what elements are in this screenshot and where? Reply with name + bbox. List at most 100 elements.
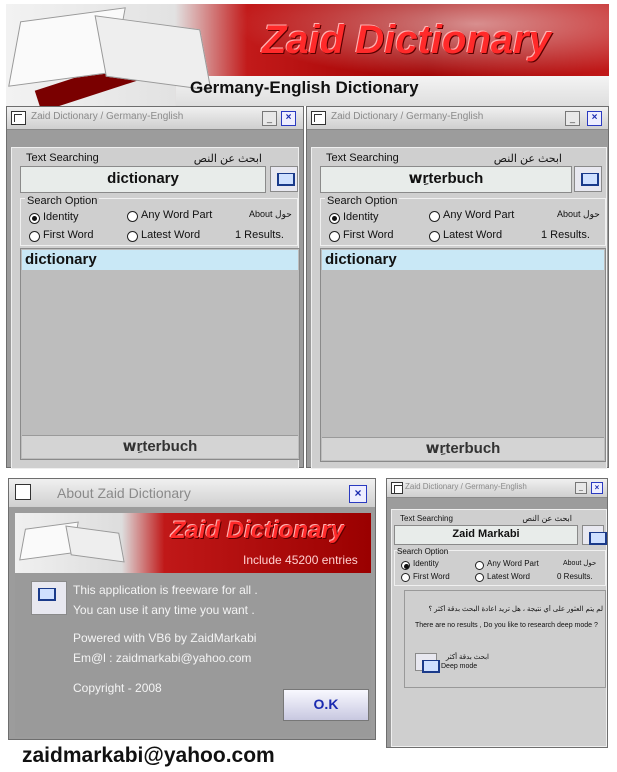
text-searching-label-ar: ابحث عن النص bbox=[493, 153, 562, 165]
deep-mode-button[interactable] bbox=[415, 653, 440, 673]
about-line-1: This application is freeware for all . bbox=[73, 583, 258, 597]
radio-first-word[interactable] bbox=[329, 231, 340, 242]
radio-identity-label: Identity bbox=[343, 211, 379, 223]
results-list[interactable]: dictionary wِrterbuch bbox=[320, 248, 606, 462]
results-count: 1 Results. bbox=[235, 229, 284, 241]
search-input[interactable]: dictionary bbox=[20, 166, 266, 193]
banner-title: Zaid Dictionary bbox=[262, 18, 551, 62]
main-panel: Text Searching ابحث عن النص wِrterbuch S… bbox=[311, 147, 607, 469]
radio-any-word-part[interactable] bbox=[127, 211, 138, 222]
app-icon bbox=[11, 111, 26, 125]
results-count: 0 Results. bbox=[557, 572, 593, 581]
no-results-dialog: لم يتم العثور على أي نتيجة ، هل تريد اعا… bbox=[404, 590, 606, 688]
close-button[interactable]: × bbox=[281, 111, 296, 126]
radio-any-word-part-label: Any Word Part bbox=[443, 209, 515, 221]
about-title-bar: About Zaid Dictionary × bbox=[9, 479, 375, 507]
dictionary-book-button[interactable] bbox=[270, 166, 298, 192]
minimize-button[interactable]: _ bbox=[262, 111, 277, 126]
list-item[interactable]: dictionary bbox=[322, 250, 604, 270]
app-icon bbox=[15, 484, 31, 500]
radio-first-word-label: First Word bbox=[343, 229, 394, 241]
about-body: This application is freeware for all . Y… bbox=[15, 573, 371, 737]
title-bar: Zaid Dictionary / Germany-English _ × bbox=[7, 107, 303, 130]
no-results-msg-ar: لم يتم العثور على أي نتيجة ، هل تريد اعا… bbox=[428, 606, 603, 613]
text-searching-label-ar: ابحث عن النص bbox=[193, 153, 262, 165]
minimize-button[interactable]: _ bbox=[565, 111, 580, 126]
about-banner-title: Zaid Dictionary bbox=[171, 517, 345, 544]
banner-subtitle: Germany-English Dictionary bbox=[190, 78, 419, 97]
about-dialog: About Zaid Dictionary × Zaid Dictionary … bbox=[8, 478, 376, 740]
search-options-group: Search Option Identity Any Word Part Abo… bbox=[320, 195, 606, 246]
results-count: 1 Results. bbox=[541, 229, 590, 241]
main-panel: Text Searching ابحث عن النص Zaid Markabi… bbox=[391, 509, 607, 747]
radio-first-word-label: First Word bbox=[413, 572, 450, 581]
search-option-label: Search Option bbox=[25, 195, 100, 207]
about-link[interactable]: About حول bbox=[249, 209, 292, 220]
radio-any-word-part[interactable] bbox=[429, 211, 440, 222]
radio-identity-label: Identity bbox=[43, 211, 79, 223]
search-options-group: Search Option Identity Any Word Part Abo… bbox=[394, 547, 606, 586]
search-options-group: Search Option Identity Any Word Part Abo… bbox=[20, 195, 298, 246]
about-link[interactable]: About حول bbox=[557, 209, 600, 220]
results-list[interactable]: dictionary wِrterbuch bbox=[20, 248, 300, 460]
dictionary-book-button[interactable] bbox=[582, 525, 607, 545]
radio-latest-word[interactable] bbox=[127, 231, 138, 242]
radio-any-word-part[interactable] bbox=[475, 561, 484, 570]
text-searching-label-ar: ابحث عن النص bbox=[522, 514, 572, 523]
about-title: About Zaid Dictionary bbox=[57, 485, 191, 501]
deep-mode-label-ar: ابحث بدقة أكثر bbox=[445, 654, 489, 661]
book-icon bbox=[6, 4, 216, 106]
window-title: Zaid Dictionary / Germany-English bbox=[31, 111, 184, 122]
about-line-2: You can use it any time you want . bbox=[73, 603, 255, 617]
search-window-1: Zaid Dictionary / Germany-English _ × Te… bbox=[6, 106, 304, 469]
radio-any-word-part-label: Any Word Part bbox=[487, 559, 539, 568]
search-window-2: Zaid Dictionary / Germany-English _ × Te… bbox=[306, 106, 609, 469]
about-link[interactable]: About حول bbox=[563, 559, 596, 567]
radio-latest-word[interactable] bbox=[475, 573, 484, 582]
radio-identity[interactable] bbox=[329, 213, 340, 224]
radio-identity[interactable] bbox=[401, 561, 410, 570]
radio-first-word[interactable] bbox=[29, 231, 40, 242]
text-searching-label: Text Searching bbox=[400, 514, 453, 523]
deep-mode-label: Deep mode bbox=[441, 663, 478, 670]
no-results-msg-en: There are no results , Do you like to re… bbox=[415, 622, 598, 629]
footer-email: zaidmarkabi@yahoo.com bbox=[22, 744, 275, 767]
close-button[interactable]: × bbox=[349, 485, 367, 503]
about-banner-sub: Include 45200 entries bbox=[243, 553, 358, 567]
close-button[interactable]: × bbox=[591, 482, 603, 494]
about-banner: Zaid Dictionary Include 45200 entries bbox=[15, 513, 371, 573]
radio-latest-word[interactable] bbox=[429, 231, 440, 242]
search-option-label: Search Option bbox=[397, 547, 449, 556]
list-item[interactable]: dictionary bbox=[22, 250, 298, 270]
ok-button[interactable]: O.K bbox=[283, 689, 369, 721]
dictionary-book-button[interactable] bbox=[574, 166, 602, 192]
translation-display: wِrterbuch bbox=[22, 435, 298, 458]
translation-display: wِrterbuch bbox=[322, 437, 604, 460]
search-input[interactable]: wِrterbuch bbox=[320, 166, 572, 193]
radio-identity-label: Identity bbox=[413, 559, 439, 568]
radio-first-word-label: First Word bbox=[43, 229, 94, 241]
about-line-4: Em@l : zaidmarkabi@yahoo.com bbox=[73, 651, 252, 665]
text-searching-label: Text Searching bbox=[26, 152, 99, 164]
radio-latest-word-label: Latest Word bbox=[141, 229, 201, 241]
search-window-small: Zaid Dictionary / Germany-English _ × Te… bbox=[386, 478, 608, 748]
title-bar: Zaid Dictionary / Germany-English _ × bbox=[307, 107, 608, 130]
radio-latest-word-label: Latest Word bbox=[443, 229, 503, 241]
minimize-button[interactable]: _ bbox=[575, 482, 587, 494]
about-line-3: Powered with VB6 by ZaidMarkabi bbox=[73, 631, 257, 645]
main-panel: Text Searching ابحث عن النص dictionary S… bbox=[11, 147, 300, 469]
window-title: Zaid Dictionary / Germany-English bbox=[331, 111, 484, 122]
search-input[interactable]: Zaid Markabi bbox=[394, 525, 578, 545]
copyright: Copyright - 2008 bbox=[73, 681, 162, 695]
book-icon bbox=[31, 581, 67, 615]
radio-identity[interactable] bbox=[29, 213, 40, 224]
app-icon bbox=[311, 111, 326, 125]
window-title: Zaid Dictionary / Germany-English bbox=[405, 482, 527, 491]
search-option-label: Search Option bbox=[325, 195, 400, 207]
radio-latest-word-label: Latest Word bbox=[487, 572, 530, 581]
text-searching-label: Text Searching bbox=[326, 152, 399, 164]
close-button[interactable]: × bbox=[587, 111, 602, 126]
book-icon bbox=[19, 519, 129, 567]
radio-first-word[interactable] bbox=[401, 573, 410, 582]
radio-any-word-part-label: Any Word Part bbox=[141, 209, 213, 221]
